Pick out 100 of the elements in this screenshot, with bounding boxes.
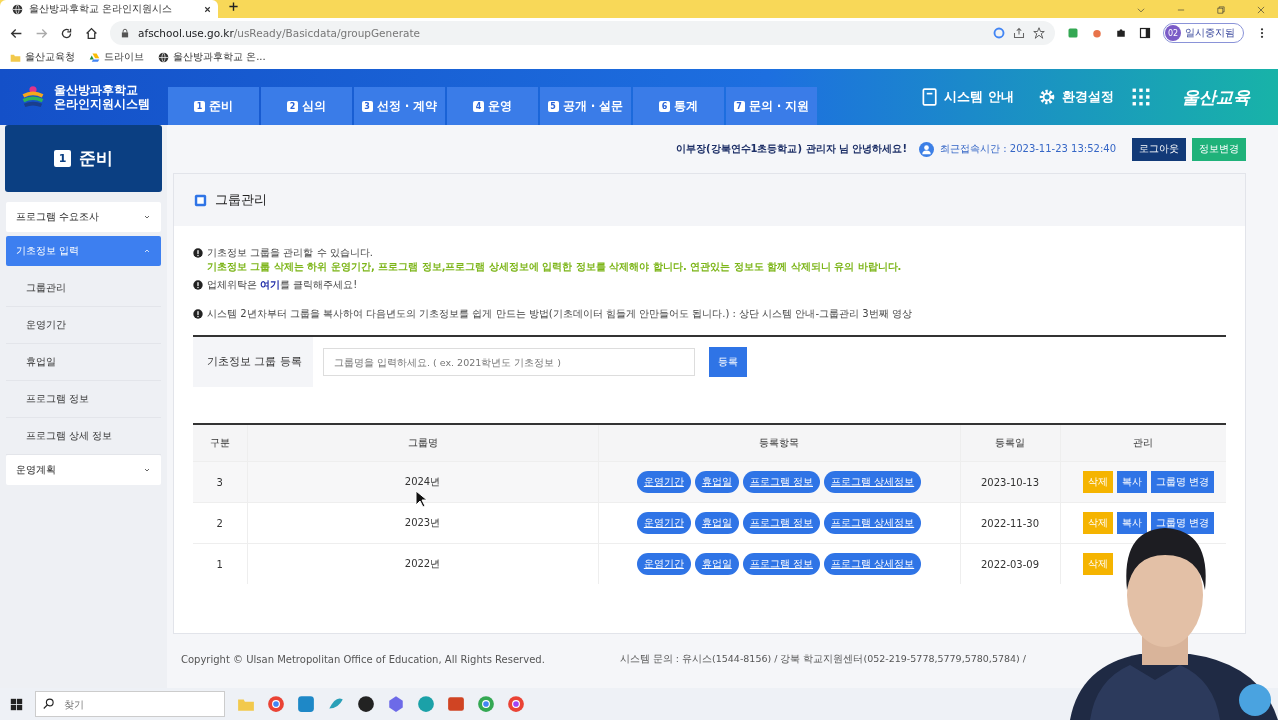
exclamation-icon	[193, 309, 203, 319]
browser-icon	[507, 695, 525, 713]
table-cell: 2023-10-13	[960, 461, 1060, 503]
browser-tab[interactable]: 울산방과후학교 온라인지원시스	[0, 0, 218, 18]
app-icon	[297, 695, 315, 713]
item-link-button[interactable]: 운영기간	[636, 512, 691, 534]
sidebar-icon	[1139, 27, 1151, 39]
item-link-button[interactable]: 프로그램 상세정보	[824, 471, 922, 493]
user-icon	[919, 141, 935, 157]
nav-tab[interactable]: 2 심의	[261, 87, 352, 125]
logo-icon	[20, 85, 46, 109]
action-button[interactable]: 복사	[1116, 471, 1147, 493]
sidebar-item[interactable]: 프로그램 수요조사	[6, 202, 161, 232]
copyright-text: Copyright © Ulsan Metropolitan Office of Education, All Rights Reserved.	[181, 653, 545, 665]
item-link-button[interactable]: 휴업일	[694, 471, 739, 493]
share-icon	[1013, 27, 1025, 39]
sidebar-item[interactable]: 운영계획	[6, 455, 161, 485]
sidebar-subitem[interactable]: 그룹관리	[6, 270, 161, 307]
bookmark[interactable]: 울산교육청	[10, 50, 75, 64]
extension-icon	[1091, 27, 1103, 39]
globe-icon	[12, 3, 23, 15]
table-cell: 2023년	[247, 502, 598, 544]
drive-icon	[89, 51, 100, 63]
warning-text: 기초정보 그룹 삭제는 하위 운영기간, 프로그램 정보,프로그램 상세정보에 입력한 정보를 삭제해야 합니다. 연관있는 정보도 함께 삭제되니 유의 바랍니다.	[207, 260, 902, 274]
item-link-button[interactable]: 프로그램 상세정보	[824, 512, 922, 534]
nav-tab[interactable]: 1 준비	[168, 87, 259, 125]
action-button[interactable]: 복사	[1116, 512, 1147, 534]
nav-tab[interactable]: 3 선정 · 계약	[354, 87, 445, 125]
item-link-button[interactable]: 프로그램 정보	[742, 553, 820, 575]
column-header: 구분	[193, 424, 247, 462]
header-link[interactable]: 시스템 안내	[914, 87, 1020, 107]
item-link-button[interactable]: 휴업일	[694, 553, 739, 575]
column-header: 그룹명	[247, 424, 598, 462]
action-button[interactable]: 그룹명 변경	[1150, 471, 1214, 493]
here-link[interactable]: 여기	[260, 279, 281, 290]
table-cell: 2022-03-09	[960, 543, 1060, 584]
group-name-field[interactable]: 그룹명을 입력하세요. ( ex. 2021학년도 기초정보 )	[323, 348, 695, 376]
extension-icon	[1067, 27, 1079, 39]
lock-icon	[120, 28, 130, 38]
header-button[interactable]: 로그아웃	[1132, 137, 1186, 161]
close-icon	[1256, 5, 1266, 15]
table-cell: 2	[193, 502, 247, 544]
notice-text: 기초정보 그룹을 관리할 수 있습니다.	[207, 246, 373, 260]
home-icon	[85, 26, 98, 40]
panel-title: 그룹관리	[215, 191, 267, 209]
taskbar-search-field[interactable]: 찾기	[35, 691, 225, 717]
nav-tab[interactable]: 7 문의 · 지원	[726, 87, 817, 125]
contact-text: 시스템 문의 : 유시스(1544-8156) / 강북 학교지원센터(052-219-5778,5779,5780,5784) /	[619, 652, 1026, 666]
forward-icon	[35, 26, 48, 40]
chevron-down-icon	[143, 466, 151, 474]
item-link-button[interactable]: 운영기간	[636, 553, 691, 575]
exclamation-icon	[193, 280, 203, 290]
item-link-button[interactable]: 운영기간	[636, 471, 691, 493]
nav-tab[interactable]: 5 공개 · 설문	[540, 87, 631, 125]
chevron-down-icon	[143, 213, 151, 221]
sidebar-subitem[interactable]: 운영기간	[6, 307, 161, 344]
table-cell: 1	[193, 543, 247, 584]
table-cell: 2022년	[247, 543, 598, 584]
app-icon	[387, 695, 405, 713]
back-icon	[10, 26, 23, 40]
column-header: 등록일	[960, 424, 1060, 462]
column-header: 등록항목	[598, 424, 960, 462]
register-button[interactable]: 등록	[709, 347, 747, 377]
form-label: 기초정보 그룹 등록	[193, 337, 313, 387]
item-link-button[interactable]: 프로그램 정보	[742, 471, 820, 493]
item-link-button[interactable]: 프로그램 정보	[742, 512, 820, 534]
globe-icon	[158, 51, 169, 63]
star-icon	[1033, 27, 1045, 39]
nav-tab[interactable]: 4 운영	[447, 87, 538, 125]
settings-icon	[1038, 88, 1056, 106]
reload-icon	[60, 26, 73, 40]
sidebar-item[interactable]: 기초정보 입력	[6, 236, 161, 266]
item-link-button[interactable]: 프로그램 상세정보	[824, 553, 922, 575]
last-login-text: 최근접속시간 : 2023-11-23 13:52:40	[940, 142, 1116, 156]
table-cell: 2022-11-30	[960, 502, 1060, 544]
browser-icon	[267, 695, 285, 713]
address-bar[interactable]: afschool.use.go.kr/usReady/Basicdata/groupGenerate	[110, 21, 1055, 45]
item-link-button[interactable]: 휴업일	[694, 512, 739, 534]
greeting-text: 이부장(강북연수1초등학교) 관리자 님 안녕하세요!	[675, 142, 908, 156]
bookmark[interactable]: 드라이브	[89, 50, 144, 64]
header-button[interactable]: 정보변경	[1192, 137, 1246, 161]
apps-grid-icon	[1132, 88, 1150, 106]
windows-icon	[10, 697, 23, 711]
browser-icon	[477, 695, 495, 713]
section-title: 1 준비	[5, 125, 162, 192]
book-icon	[920, 88, 939, 106]
site-logo-text: 울산방과후학교 온라인지원시스템	[54, 83, 150, 111]
bookmark[interactable]: 울산방과후학교 온...	[158, 50, 266, 64]
sidebar-subitem[interactable]: 휴업일	[6, 344, 161, 381]
notice-text: 업체위탁은 여기를 클릭해주세요!	[207, 278, 358, 292]
checkbox-icon	[194, 193, 207, 207]
exclamation-icon	[193, 248, 203, 258]
nav-tab[interactable]: 6 통계	[633, 87, 724, 125]
brand-logo-text: 울산교육	[1182, 85, 1250, 109]
sidebar-subitem[interactable]: 프로그램 정보	[6, 381, 161, 418]
notice-text: 시스템 2년차부터 그룹을 복사하여 다음년도의 기초정보를 쉽게 만드는 방법(기초데이터 힘들게 안만들어도 됩니다.) : 상단 시스템 안내-그룹관리 3번째 영상	[207, 307, 912, 321]
restore-icon	[1216, 5, 1226, 15]
header-link[interactable]: 환경설정	[1032, 87, 1120, 107]
chevron-down-icon	[1136, 5, 1146, 15]
new-tab-icon	[228, 1, 239, 12]
